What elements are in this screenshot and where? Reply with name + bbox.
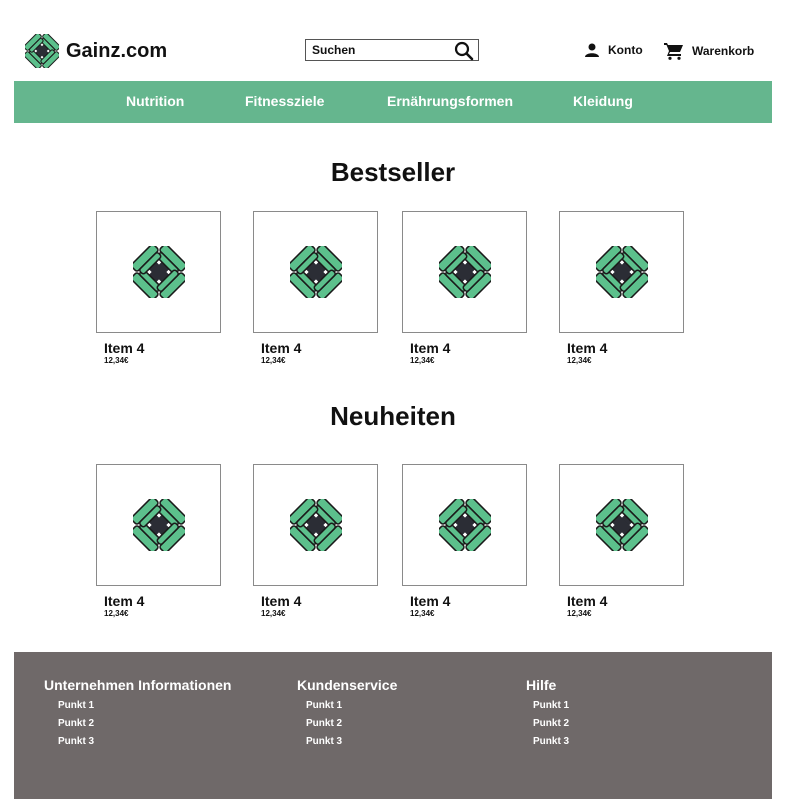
cart-link[interactable]: Warenkorb (664, 42, 754, 60)
footer-title: Hilfe (526, 677, 557, 693)
main-nav: Nutrition Fitnessziele Ernährungsformen … (14, 81, 772, 123)
product-name[interactable]: Item 4 (261, 594, 378, 608)
footer-link[interactable]: Punkt 3 (533, 736, 569, 747)
footer-link[interactable]: Punkt 1 (58, 700, 231, 711)
footer-title: Kundenservice (297, 677, 398, 693)
dumbbell-cross-icon (132, 499, 185, 551)
product-image[interactable] (559, 464, 684, 586)
dumbbell-cross-icon (438, 499, 491, 551)
product-image[interactable] (96, 211, 221, 333)
account-link[interactable]: Konto (584, 43, 643, 57)
product-card[interactable]: Item 4 12,34€ (559, 464, 684, 618)
search-box (305, 39, 479, 61)
product-image[interactable] (402, 464, 527, 586)
product-image[interactable] (253, 464, 378, 586)
product-name[interactable]: Item 4 (261, 341, 378, 355)
nav-item-kleidung[interactable]: Kleidung (573, 93, 633, 109)
product-image[interactable] (559, 211, 684, 333)
user-icon (585, 43, 599, 57)
dumbbell-cross-icon (25, 34, 59, 68)
product-price: 12,34€ (104, 356, 129, 365)
product-image[interactable] (253, 211, 378, 333)
product-image[interactable] (402, 211, 527, 333)
product-card[interactable]: Item 4 12,34€ (402, 464, 527, 618)
section-title-neuheiten: Neuheiten (330, 401, 456, 431)
product-card[interactable]: Item 4 12,34€ (253, 464, 378, 618)
product-price: 12,34€ (410, 609, 435, 618)
search-input[interactable] (312, 41, 452, 59)
brand-logo[interactable]: Gainz.com (25, 34, 167, 68)
footer-link[interactable]: Punkt 3 (306, 736, 397, 747)
product-card[interactable]: Item 4 12,34€ (402, 211, 527, 365)
footer-link[interactable]: Punkt 1 (533, 700, 569, 711)
footer-link[interactable]: Punkt 1 (306, 700, 397, 711)
product-name[interactable]: Item 4 (104, 341, 221, 355)
product-card[interactable]: Item 4 12,34€ (96, 464, 221, 618)
dumbbell-cross-icon (132, 246, 185, 298)
nav-item-fitnessziele[interactable]: Fitnessziele (245, 93, 324, 109)
brand-name: Gainz.com (66, 39, 168, 62)
dumbbell-cross-icon (595, 246, 648, 298)
footer-title: Unternehmen Informationen (44, 677, 232, 693)
footer-link[interactable]: Punkt 3 (58, 736, 231, 747)
cart-label: Warenkorb (692, 44, 755, 58)
product-price: 12,34€ (567, 356, 592, 365)
product-price: 12,34€ (567, 609, 592, 618)
cart-icon (664, 43, 683, 60)
product-price: 12,34€ (410, 356, 435, 365)
dumbbell-cross-icon (595, 499, 648, 551)
footer: Unternehmen Informationen Punkt 1 Punkt … (14, 652, 772, 799)
footer-column-service: Kundenservice Punkt 1 Punkt 2 Punkt 3 (297, 677, 397, 747)
product-price: 12,34€ (261, 609, 286, 618)
nav-item-ernaehrungsformen[interactable]: Ernährungsformen (387, 93, 513, 109)
dumbbell-cross-icon (289, 246, 342, 298)
nav-item-nutrition[interactable]: Nutrition (126, 93, 184, 109)
product-name[interactable]: Item 4 (567, 594, 684, 608)
dumbbell-cross-icon (289, 499, 342, 551)
footer-column-company: Unternehmen Informationen Punkt 1 Punkt … (44, 677, 231, 747)
product-card[interactable]: Item 4 12,34€ (559, 211, 684, 365)
product-name[interactable]: Item 4 (104, 594, 221, 608)
product-image[interactable] (96, 464, 221, 586)
footer-column-help: Hilfe Punkt 1 Punkt 2 Punkt 3 (526, 677, 569, 747)
footer-link[interactable]: Punkt 2 (58, 718, 231, 729)
product-price: 12,34€ (261, 356, 286, 365)
footer-link[interactable]: Punkt 2 (533, 718, 569, 729)
footer-link[interactable]: Punkt 2 (306, 718, 397, 729)
product-card[interactable]: Item 4 12,34€ (96, 211, 221, 365)
dumbbell-cross-icon (438, 246, 491, 298)
search-icon[interactable] (454, 41, 474, 61)
product-name[interactable]: Item 4 (567, 341, 684, 355)
section-title-bestseller: Bestseller (330, 157, 456, 187)
product-name[interactable]: Item 4 (410, 594, 527, 608)
product-name[interactable]: Item 4 (410, 341, 527, 355)
product-price: 12,34€ (104, 609, 129, 618)
product-card[interactable]: Item 4 12,34€ (253, 211, 378, 365)
account-label: Konto (608, 43, 643, 57)
